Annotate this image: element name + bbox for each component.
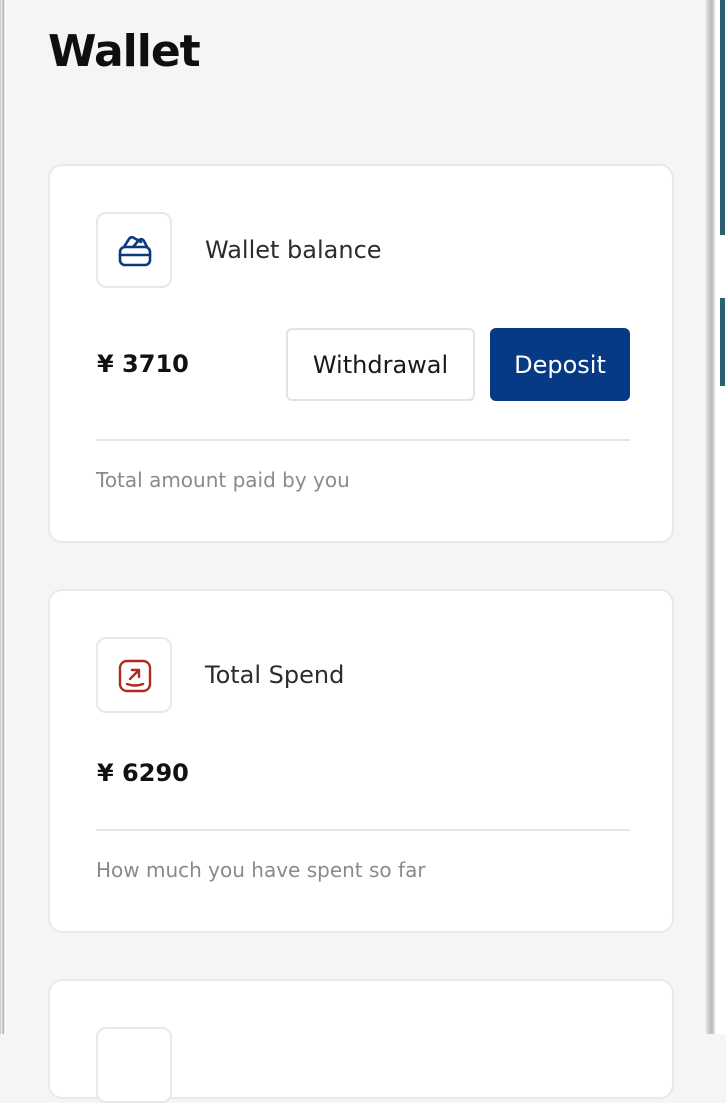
page-title: Wallet (48, 26, 201, 77)
divider (96, 829, 630, 831)
wallet-icon-box (96, 212, 172, 288)
scrollbar-thumb[interactable] (720, 298, 725, 386)
withdrawal-button[interactable]: Withdrawal (286, 328, 475, 401)
divider (96, 439, 630, 441)
deposit-button[interactable]: Deposit (490, 328, 630, 401)
arrow-up-right-box-icon (118, 659, 152, 693)
next-card-icon-box (96, 1027, 172, 1103)
total-spend-card: Total Spend ¥ 6290 How much you have spe… (48, 589, 674, 933)
total-spend-note: How much you have spent so far (96, 858, 426, 882)
next-card (48, 979, 674, 1103)
wallet-icon (118, 235, 152, 267)
scrollbar-track[interactable] (720, 0, 725, 235)
total-spend-label: Total Spend (205, 661, 345, 689)
spend-icon-box (96, 637, 172, 713)
wallet-balance-card: Wallet balance ¥ 3710 Withdrawal Deposit… (48, 164, 674, 543)
wallet-balance-note: Total amount paid by you (96, 468, 350, 492)
wallet-balance-amount: ¥ 3710 (97, 350, 189, 378)
wallet-balance-label: Wallet balance (205, 236, 382, 264)
total-spend-amount: ¥ 6290 (97, 759, 189, 787)
window-left-edge (0, 0, 6, 1034)
window-right-edge (706, 0, 726, 1034)
